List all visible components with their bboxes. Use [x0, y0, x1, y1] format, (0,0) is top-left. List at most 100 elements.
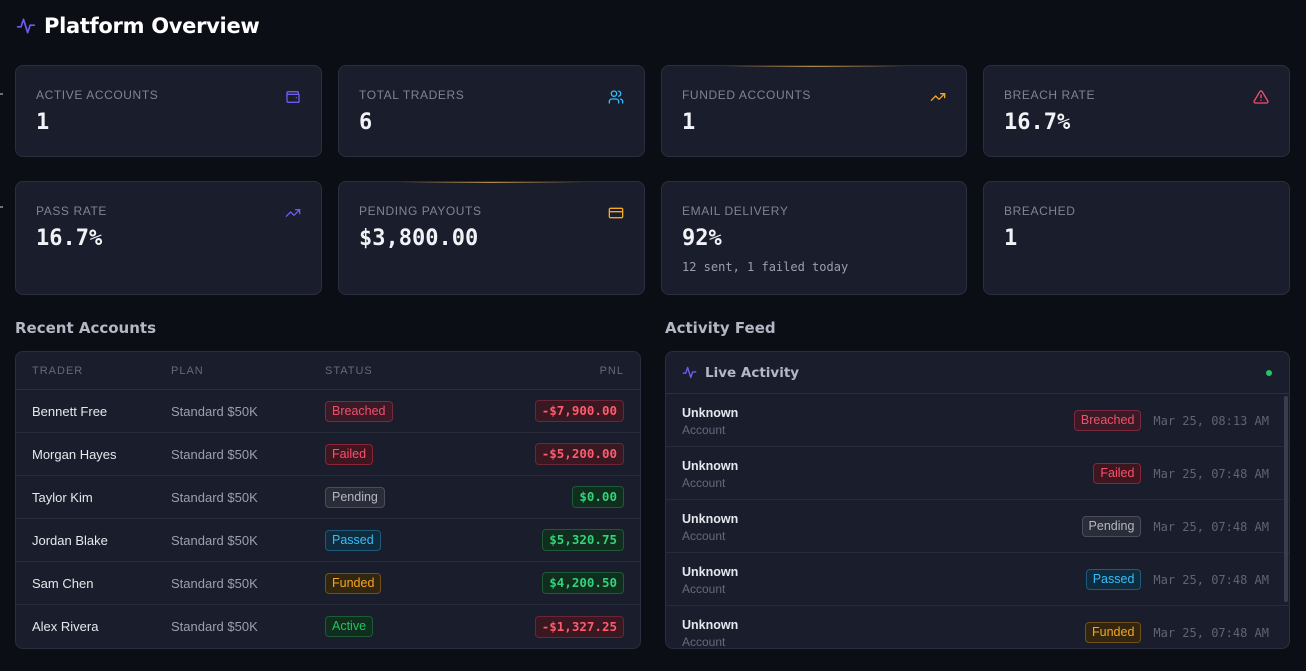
table-row[interactable]: Jordan Blake Standard $50K Passed $5,320… [16, 519, 640, 562]
trader-name: Morgan Hayes [32, 446, 117, 462]
status-badge: Passed [1085, 569, 1142, 590]
activity-timestamp: Mar 25, 07:48 AM [1153, 519, 1269, 534]
activity-name: Unknown [682, 406, 739, 420]
stat-card-pass-rate[interactable]: PASS RATE 16.7% [15, 181, 322, 295]
activity-name: Unknown [682, 459, 739, 473]
stat-card-email-delivery[interactable]: EMAIL DELIVERY 92% 12 sent, 1 failed tod… [661, 181, 967, 295]
activity-timestamp: Mar 25, 07:48 AM [1153, 466, 1269, 481]
pnl-value: -$7,900.00 [534, 400, 624, 422]
feed-scrollbar[interactable] [1284, 396, 1288, 602]
page-header: Platform Overview [16, 12, 260, 40]
status-badge: Failed [325, 443, 374, 465]
activity-feed-panel: Live Activity Unknown Account Breached M… [665, 351, 1290, 649]
edge-marker [0, 93, 3, 95]
stat-label: TOTAL TRADERS [359, 88, 465, 102]
stat-card-pending-payouts[interactable]: PENDING PAYOUTS $3,800.00 [338, 181, 645, 295]
card-glow [400, 182, 583, 183]
trader-name: Bennett Free [32, 403, 108, 419]
activity-type: Account [682, 423, 726, 437]
table-row[interactable]: Morgan Hayes Standard $50K Failed -$5,20… [16, 433, 640, 476]
stat-card-active-accounts[interactable]: ACTIVE ACCOUNTS 1 [15, 65, 322, 157]
table-row[interactable]: Bennett Free Standard $50K Breached -$7,… [16, 390, 640, 433]
status-badge: Funded [325, 572, 382, 594]
trader-name: Taylor Kim [32, 489, 93, 505]
stat-card-total-traders[interactable]: TOTAL TRADERS 6 [338, 65, 645, 157]
column-header-pnl[interactable]: PNL [445, 365, 640, 377]
activity-timestamp: Mar 25, 07:48 AM [1153, 625, 1269, 640]
status-badge: Active [325, 616, 374, 637]
column-header-trader[interactable]: TRADER [16, 365, 171, 377]
stat-value: 92% [682, 226, 722, 251]
stat-value: 16.7% [1004, 110, 1071, 135]
plan-name: Standard $50K [171, 532, 258, 548]
trending-up-icon [930, 93, 946, 101]
trader-name: Jordan Blake [32, 532, 108, 548]
activity-type: Account [682, 582, 726, 596]
column-header-plan[interactable]: PLAN [171, 365, 325, 377]
activity-item[interactable]: Unknown Account Passed Mar 25, 07:48 AM [666, 553, 1289, 606]
table-row[interactable]: Alex Rivera Standard $50K Active -$1,327… [16, 605, 640, 648]
pnl-value: $5,320.75 [542, 529, 624, 551]
activity-feed-title: Activity Feed [665, 319, 776, 337]
activity-name: Unknown [682, 565, 739, 579]
trader-name: Alex Rivera [32, 619, 99, 634]
page-title: Platform Overview [44, 14, 260, 38]
activity-item[interactable]: Unknown Account Failed Mar 25, 07:48 AM [666, 447, 1289, 500]
wallet-icon [286, 91, 300, 103]
stat-label: BREACH RATE [1004, 88, 1096, 102]
live-status-dot [1266, 370, 1272, 376]
status-badge: Pending [1081, 516, 1142, 537]
stat-value: 1 [1004, 226, 1018, 251]
activity-name: Unknown [682, 512, 739, 526]
status-badge: Pending [325, 486, 385, 508]
stat-value: 1 [682, 110, 696, 135]
status-badge: Passed [325, 529, 381, 551]
stat-value: $3,800.00 [359, 226, 479, 251]
stat-label: ACTIVE ACCOUNTS [36, 88, 159, 102]
live-activity-title: Live Activity [705, 364, 800, 381]
stat-value: 1 [36, 110, 50, 135]
pnl-value: $0.00 [572, 486, 624, 508]
table-header: TRADER PLAN STATUS PNL [16, 352, 640, 390]
trader-name: Sam Chen [32, 575, 94, 591]
recent-accounts-title: Recent Accounts [15, 319, 157, 337]
plan-name: Standard $50K [171, 575, 258, 591]
stat-label: PASS RATE [36, 204, 107, 218]
activity-type: Account [682, 635, 726, 649]
pulse-icon [16, 18, 36, 34]
plan-name: Standard $50K [171, 403, 258, 419]
stat-value: 6 [359, 110, 373, 135]
activity-type: Account [682, 476, 726, 490]
pnl-value: $4,200.50 [542, 572, 624, 594]
table-row[interactable]: Sam Chen Standard $50K Funded $4,200.50 [16, 562, 640, 605]
stat-label: BREACHED [1004, 204, 1076, 218]
activity-type: Account [682, 529, 726, 543]
activity-item[interactable]: Unknown Account Breached Mar 25, 08:13 A… [666, 394, 1289, 447]
recent-accounts-table: TRADER PLAN STATUS PNL Bennett Free Stan… [15, 351, 641, 649]
stat-label: FUNDED ACCOUNTS [682, 88, 812, 102]
pnl-value: -$1,327.25 [534, 615, 624, 638]
column-header-status[interactable]: STATUS [325, 365, 445, 377]
activity-item[interactable]: Unknown Account Funded Mar 25, 07:48 AM [666, 606, 1289, 649]
card-glow [722, 66, 906, 67]
users-icon [608, 90, 624, 104]
activity-name: Unknown [682, 618, 739, 632]
stat-label: PENDING PAYOUTS [359, 204, 482, 218]
activity-item[interactable]: Unknown Account Pending Mar 25, 07:48 AM [666, 500, 1289, 553]
pnl-value: -$5,200.00 [534, 443, 624, 465]
status-badge: Breached [325, 400, 393, 422]
stat-value: 16.7% [36, 226, 103, 251]
stat-card-funded-accounts[interactable]: FUNDED ACCOUNTS 1 [661, 65, 967, 157]
edge-marker [0, 206, 3, 208]
stat-card-breached[interactable]: BREACHED 1 [983, 181, 1290, 295]
stat-subtext: 12 sent, 1 failed today [682, 260, 849, 274]
plan-name: Standard $50K [171, 489, 258, 505]
table-row[interactable]: Taylor Kim Standard $50K Pending $0.00 [16, 476, 640, 519]
alert-triangle-icon [1253, 90, 1269, 104]
activity-timestamp: Mar 25, 08:13 AM [1153, 413, 1269, 428]
stat-card-breach-rate[interactable]: BREACH RATE 16.7% [983, 65, 1290, 157]
activity-timestamp: Mar 25, 07:48 AM [1153, 572, 1269, 587]
credit-card-icon [608, 207, 624, 219]
status-badge: Failed [1093, 463, 1142, 484]
status-badge: Breached [1073, 410, 1142, 431]
